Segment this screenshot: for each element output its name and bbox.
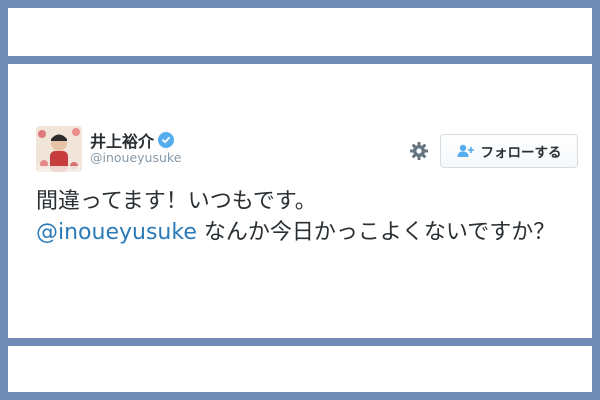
image-frame: 井上裕介 @inoueyusuke フォローする 間違ってます！いつもです。 @… (4, 4, 596, 396)
tweet-card: 井上裕介 @inoueyusuke フォローする 間違ってます！いつもです。 @… (30, 116, 578, 298)
tweet-text: 間違ってます！いつもです。 @inoueyusuke なんか今日かっこよくないで… (36, 186, 576, 248)
follow-button-label: フォローする (480, 145, 562, 161)
user-handle[interactable]: @inoueyusuke (90, 150, 181, 165)
tweet-line-2: @inoueyusuke なんか今日かっこよくないですか？ (36, 217, 576, 248)
avatar[interactable] (36, 126, 82, 172)
follow-button[interactable]: フォローする (440, 134, 578, 168)
mention-link[interactable]: @inoueyusuke (36, 220, 197, 245)
top-strip (8, 8, 592, 56)
avatar-photo-icon (36, 126, 82, 172)
tweet-panel: 井上裕介 @inoueyusuke フォローする 間違ってます！いつもです。 @… (8, 64, 592, 338)
bottom-strip (8, 346, 592, 392)
verified-badge-icon (158, 132, 175, 148)
gear-icon[interactable] (408, 140, 430, 162)
tweet-line-2-text: なんか今日かっこよくないですか？ (196, 220, 556, 245)
display-name-text: 井上裕介 (90, 132, 155, 151)
tweet-line-1: 間違ってます！いつもです。 (36, 189, 317, 214)
add-user-icon (457, 144, 474, 157)
display-name[interactable]: 井上裕介 (90, 128, 175, 152)
